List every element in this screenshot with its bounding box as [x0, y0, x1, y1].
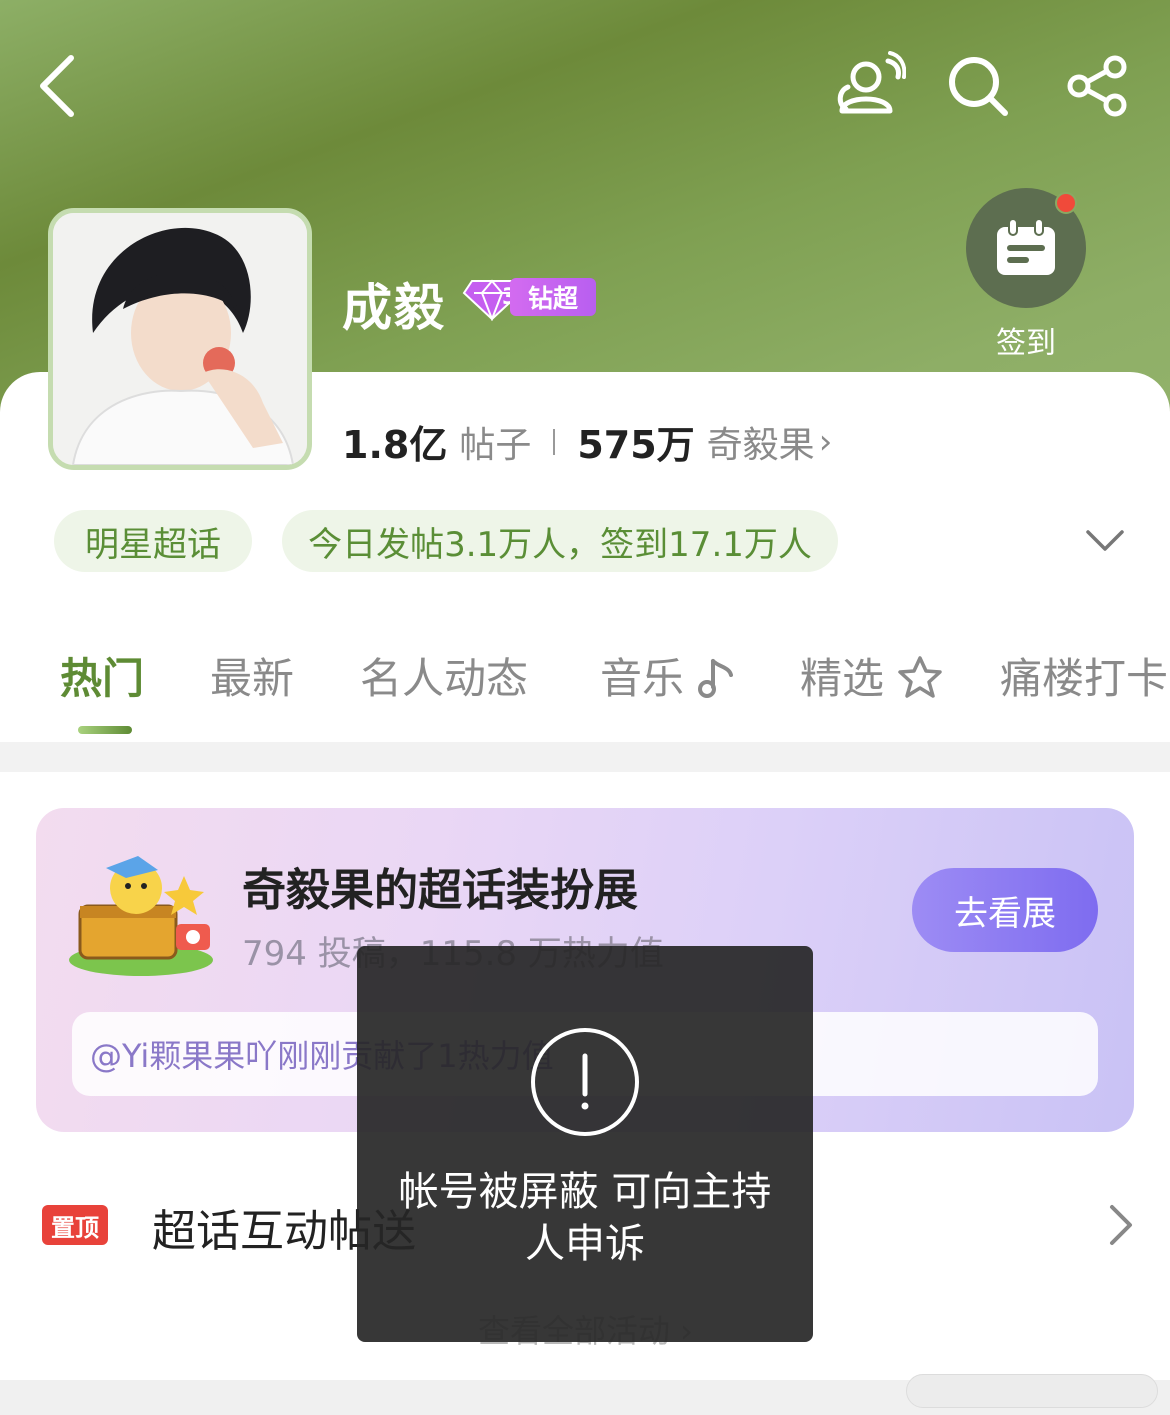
tab-music-label: 音乐	[600, 654, 685, 703]
posts-label: 帖子	[459, 424, 532, 466]
banner-title: 奇毅果的超话装扮展	[242, 865, 638, 916]
notification-dot	[1055, 192, 1077, 214]
chevron-down-icon[interactable]	[1084, 520, 1126, 562]
treasure-chest-mascot-icon	[69, 856, 213, 976]
tab-bar: 热门 最新 名人动态 音乐 精选 痛楼打卡	[0, 645, 1170, 725]
avatar-image	[53, 213, 307, 465]
active-tab-indicator	[78, 726, 132, 734]
weibo-icon	[837, 51, 906, 114]
avatar[interactable]	[48, 208, 312, 470]
tab-featured-label: 精选	[800, 654, 885, 703]
level-badge[interactable]: 3 钻超	[462, 275, 596, 321]
toast-message: 帐号被屏蔽 可向主持人申诉	[398, 1169, 772, 1267]
music-note-icon	[698, 659, 734, 698]
tab-hot[interactable]: 热门	[60, 645, 144, 706]
topic-stats: 1.8亿 帖子 575万 奇毅果 ›	[342, 414, 832, 469]
back-button[interactable]	[22, 46, 92, 126]
today-stats-pill[interactable]: 今日发帖3.1万人，签到17.1万人	[282, 510, 838, 572]
posts-count: 1.8亿	[342, 423, 448, 467]
fans-count[interactable]: 575万	[577, 414, 694, 469]
toast-dialog: 帐号被屏蔽 可向主持人申诉	[357, 946, 813, 1342]
tab-featured[interactable]: 精选	[800, 645, 943, 706]
tab-celebrity-news[interactable]: 名人动态	[360, 645, 528, 706]
search-button[interactable]	[940, 46, 1015, 126]
share-button[interactable]	[1058, 46, 1138, 126]
chevron-right-icon[interactable]: ›	[819, 422, 833, 462]
calendar-icon	[997, 219, 1055, 275]
checkin-label: 签到	[996, 326, 1056, 361]
stats-divider	[553, 428, 556, 455]
pinned-tag: 置顶	[42, 1205, 108, 1245]
topic-name: 成毅	[342, 279, 446, 337]
category-pill[interactable]: 明星超话	[54, 510, 252, 572]
search-icon	[948, 57, 1008, 116]
section-divider	[0, 742, 1170, 772]
scroll-indicator	[906, 1374, 1158, 1408]
badge-label: 钻超	[510, 278, 596, 316]
exclamation-icon	[531, 1028, 639, 1136]
share-icon	[1067, 55, 1127, 117]
tab-music[interactable]: 音乐	[600, 645, 735, 706]
chevron-left-icon	[40, 55, 74, 117]
fans-label[interactable]: 奇毅果	[707, 416, 815, 468]
weibo-button[interactable]	[830, 46, 910, 126]
star-icon	[898, 656, 943, 698]
chevron-right-icon	[1110, 1205, 1132, 1245]
tab-latest[interactable]: 最新	[210, 645, 294, 706]
tab-checkin-floor[interactable]: 痛楼打卡	[1000, 645, 1168, 706]
view-exhibition-button[interactable]: 去看展	[912, 868, 1098, 952]
